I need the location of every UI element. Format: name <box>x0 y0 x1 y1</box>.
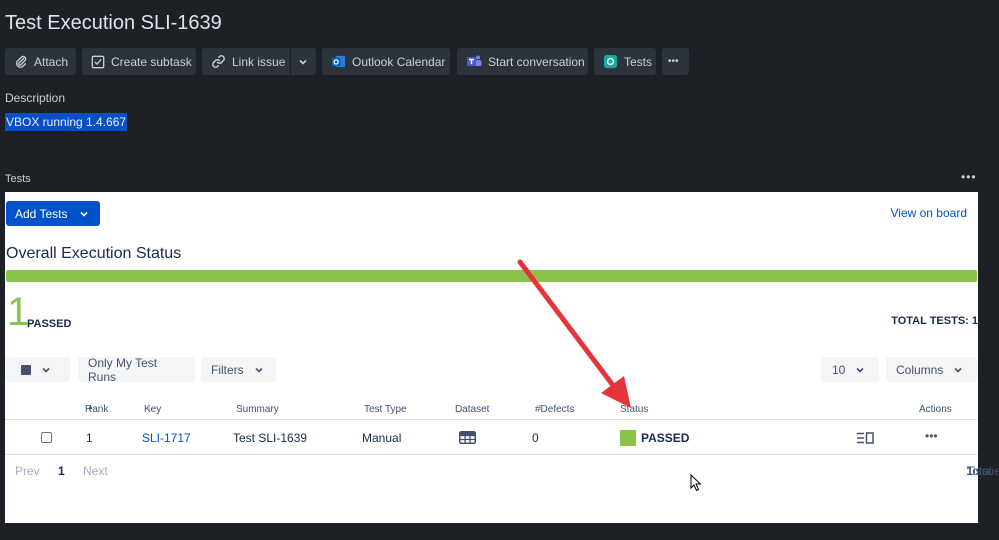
row-actions-more-icon[interactable]: ••• <box>925 429 938 443</box>
subtask-icon <box>91 55 105 68</box>
add-tests-button[interactable]: Add Tests <box>6 201 100 226</box>
link-issue-button[interactable]: Link issue <box>202 48 290 75</box>
passed-count: 1 <box>7 290 30 334</box>
row-test-type: Manual <box>362 431 402 445</box>
sort-icon: ⇕ <box>537 405 543 412</box>
only-my-test-runs-label: Only My Test Runs <box>88 355 158 384</box>
status-color-swatch <box>620 430 636 446</box>
row-status: PASSED <box>641 431 690 445</box>
total-issues-suffix: issues <box>973 464 999 478</box>
more-icon: ••• <box>668 56 679 67</box>
chevron-down-icon <box>42 367 50 373</box>
link-icon <box>212 55 225 68</box>
create-subtask-button[interactable]: Create subtask <box>82 48 196 75</box>
only-my-test-runs-button[interactable]: Only My Test Runs <box>78 355 195 384</box>
paperclip-icon <box>16 55 27 68</box>
tests-section-label: Tests <box>5 173 31 185</box>
view-on-board-link[interactable]: View on board <box>891 206 968 220</box>
execution-progress-bar <box>6 270 977 282</box>
chevron-down-icon <box>856 367 864 373</box>
columns-label: Columns <box>896 362 944 377</box>
pagination: Prev 1 Next Total 1 issues <box>5 464 999 480</box>
col-test-type[interactable]: Test Type <box>364 404 407 415</box>
description-label: Description <box>5 91 66 105</box>
passed-label: PASSED <box>27 318 72 330</box>
table-header: Rank ▲ Key ⇕ Summary ⇕ Test Type Dataset #D… <box>5 404 978 420</box>
start-conversation-button[interactable]: Start conversation <box>457 48 588 75</box>
outlook-calendar-button[interactable]: Outlook Calendar <box>322 48 450 75</box>
current-page[interactable]: 1 <box>58 464 65 478</box>
page-title: Test Execution SLI-1639 <box>5 12 222 34</box>
total-issues: Total 1 issues <box>966 464 999 478</box>
sort-icon: ⇕ <box>146 405 152 412</box>
page-size-dropdown[interactable]: 10 <box>821 357 879 382</box>
col-dataset[interactable]: Dataset <box>455 404 489 415</box>
next-page-button[interactable]: Next <box>83 464 108 478</box>
chevron-down-icon <box>80 211 89 217</box>
overall-execution-status-title: Overall Execution Status <box>6 245 182 262</box>
sort-icon: ⇕ <box>238 405 244 412</box>
execution-details-icon[interactable] <box>856 432 874 444</box>
row-key-link[interactable]: SLI-1717 <box>142 431 191 445</box>
teams-icon <box>467 55 482 66</box>
attach-label: Attach <box>34 54 69 69</box>
xray-icon <box>603 54 618 69</box>
sort-asc-icon: ▲ <box>87 404 94 411</box>
header-divider <box>5 419 977 420</box>
status-square-icon <box>21 364 31 375</box>
link-issue-label: Link issue <box>232 54 286 69</box>
total-tests: TOTAL TESTS: 1 <box>891 315 978 327</box>
progress-passed-fill <box>6 270 977 282</box>
tests-panel: Add Tests View on board Overall Executio… <box>5 192 999 523</box>
outlook-calendar-label: Outlook Calendar <box>352 54 446 69</box>
row-checkbox[interactable] <box>41 432 52 443</box>
chevron-down-icon <box>299 59 307 65</box>
outlook-icon <box>331 55 346 68</box>
filters-label: Filters <box>211 362 244 377</box>
page-size-value: 10 <box>832 362 846 377</box>
row-summary: Test SLI-1639 <box>233 431 308 445</box>
columns-dropdown[interactable]: Columns <box>886 357 977 382</box>
mouse-pointer-icon <box>690 474 702 492</box>
attach-button[interactable]: Attach <box>5 48 76 75</box>
chevron-down-icon <box>954 367 962 373</box>
dataset-grid-icon[interactable] <box>459 431 476 444</box>
more-actions-button[interactable]: ••• <box>662 48 689 75</box>
filters-dropdown[interactable]: Filters <box>201 357 276 382</box>
sort-icon: ⇕ <box>622 405 628 412</box>
tests-label: Tests <box>624 54 653 69</box>
status-filter-dropdown[interactable] <box>6 357 70 382</box>
description-text[interactable]: VBOX running 1.4.667 <box>5 113 128 131</box>
link-issue-dropdown[interactable] <box>291 48 316 75</box>
tests-button[interactable]: Tests <box>594 48 656 75</box>
create-subtask-label: Create subtask <box>111 54 192 69</box>
tests-section-more-icon[interactable]: ••• <box>961 170 977 184</box>
chevron-down-icon <box>255 367 263 373</box>
col-actions: Actions <box>919 404 952 415</box>
add-tests-label: Add Tests <box>15 206 68 221</box>
prev-page-button[interactable]: Prev <box>15 464 40 478</box>
table-row: 1 SLI-1717 Test SLI-1639 Manual 0 PASSED… <box>5 422 978 454</box>
row-defects: 0 <box>532 431 539 445</box>
start-conversation-label: Start conversation <box>488 54 585 69</box>
row-divider <box>5 454 977 455</box>
row-rank: 1 <box>86 431 93 445</box>
